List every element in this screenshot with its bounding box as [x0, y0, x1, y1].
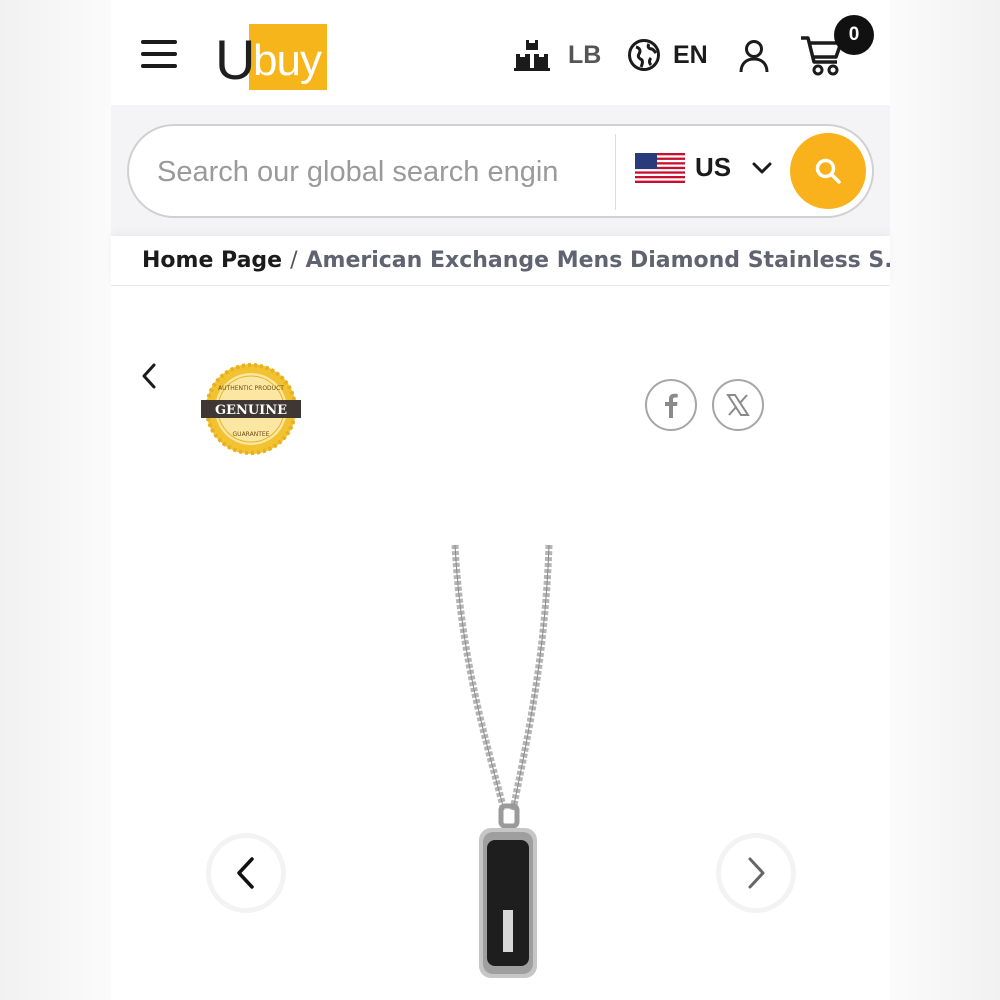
store-selector[interactable]: LB	[514, 38, 601, 72]
chevron-left-icon[interactable]	[137, 360, 161, 394]
search-input[interactable]	[157, 146, 607, 198]
chevron-left-icon	[237, 857, 254, 889]
country-label: US	[695, 152, 732, 182]
facebook-share-button[interactable]	[645, 379, 697, 431]
chevron-down-icon	[752, 162, 772, 173]
search-container: US	[127, 124, 874, 218]
language-label: EN	[673, 40, 708, 69]
breadcrumb: Home Page / American Exchange Mens Diamo…	[111, 236, 890, 286]
account-button[interactable]	[737, 38, 771, 74]
logo-u: U	[215, 28, 256, 91]
facebook-icon	[665, 393, 678, 418]
user-icon	[739, 40, 769, 73]
country-selector[interactable]: US	[635, 152, 773, 183]
chevron-right-icon	[748, 857, 765, 889]
previous-image-button[interactable]	[211, 838, 281, 908]
search-bar-area: US	[111, 105, 890, 236]
logo-buy: buy	[253, 36, 322, 85]
badge-top-text: AUTHENTIC PRODUCT	[218, 385, 284, 392]
genuine-badge: AUTHENTIC PRODUCT GUARANTEE GENUINE	[201, 363, 301, 455]
store-label: LB	[568, 40, 602, 69]
store-icon	[514, 40, 550, 71]
breadcrumb-separator: /	[290, 248, 298, 273]
ubuy-logo[interactable]: U buy	[215, 24, 327, 92]
next-image-button[interactable]	[721, 838, 791, 908]
page: U buy LB EN 0 Search our global search e…	[111, 0, 890, 1000]
search-icon	[815, 158, 841, 184]
cart-count-badge: 0	[834, 15, 874, 55]
search-divider	[615, 134, 616, 210]
language-selector[interactable]: EN	[627, 38, 708, 72]
badge-text: GENUINE	[215, 403, 287, 418]
menu-icon[interactable]	[141, 40, 177, 72]
breadcrumb-home-link[interactable]: Home Page	[142, 248, 282, 273]
us-flag-icon	[635, 152, 685, 183]
x-icon	[726, 394, 750, 416]
x-share-button[interactable]	[712, 379, 764, 431]
product-image	[451, 544, 553, 978]
badge-bottom-text: GUARANTEE	[233, 431, 270, 438]
breadcrumb-current: American Exchange Mens Diamond Stainless…	[305, 248, 891, 273]
top-header: U buy LB EN	[111, 0, 890, 105]
globe-icon	[628, 39, 660, 71]
search-button[interactable]	[790, 133, 866, 209]
